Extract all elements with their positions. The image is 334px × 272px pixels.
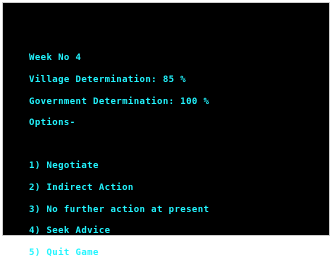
menu-option-indirect-action[interactable]: 2) Indirect Action bbox=[29, 183, 209, 192]
game-screen: Week No 4 Village Determination: 85 % Go… bbox=[2, 2, 330, 257]
government-determination: Government Determination: 100 % bbox=[29, 96, 210, 107]
menu-option-quit-game[interactable]: 5) Quit Game bbox=[29, 248, 209, 257]
terminal-text: Week No 4 Village Determination: 85 % Go… bbox=[29, 41, 209, 271]
week-number: Week No 4 bbox=[29, 53, 82, 64]
village-determination: Village Determination: 85 % bbox=[29, 75, 187, 85]
menu-option-no-further-action[interactable]: 3) No further action at present bbox=[29, 205, 209, 214]
menu-option-seek-advice[interactable]: 4) Seek Advice bbox=[29, 227, 209, 236]
menu-option-negotiate[interactable]: 1) Negotiate bbox=[29, 162, 209, 171]
options-header: Options- bbox=[29, 118, 76, 129]
